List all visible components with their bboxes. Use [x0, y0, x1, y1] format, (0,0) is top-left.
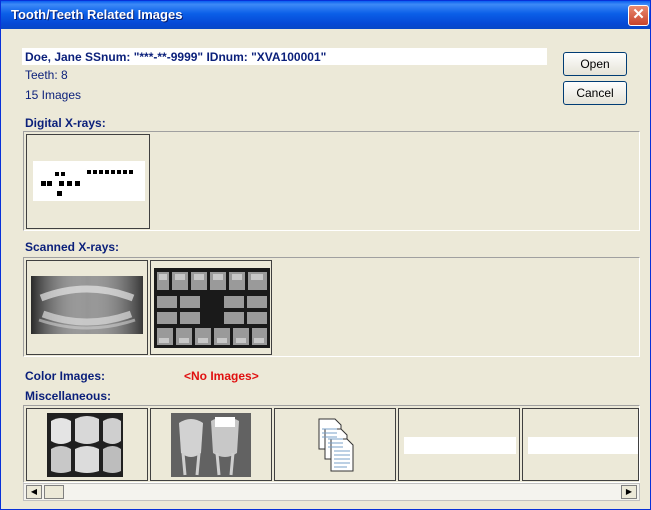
- scrollbar-thumb[interactable]: [44, 485, 64, 499]
- patient-identity: Doe, Jane SSnum: "***-**-9999" IDnum: "X…: [25, 50, 327, 64]
- related-images-window: Tooth/Teeth Related Images ✕ Doe, Jane S…: [0, 0, 651, 510]
- open-button[interactable]: Open: [563, 52, 627, 76]
- image-count: 15 Images: [25, 88, 82, 102]
- close-button[interactable]: ✕: [628, 5, 649, 26]
- misc-thumbnail-4[interactable]: [398, 408, 520, 481]
- digital-xray-thumbnail[interactable]: [26, 134, 150, 229]
- misc-blank-thumbnail: [528, 437, 638, 454]
- scroll-left-arrow-icon[interactable]: ◀: [26, 485, 42, 499]
- periapical-xray-image: [171, 413, 251, 477]
- color-images-label: Color Images:: [25, 369, 106, 383]
- digital-xray-image: [33, 161, 145, 201]
- color-images-empty-notice: <No Images>: [184, 369, 259, 383]
- documents-icon: [318, 418, 354, 472]
- close-icon: ✕: [632, 6, 645, 23]
- cancel-button[interactable]: Cancel: [563, 81, 627, 105]
- scanned-xrays-strip: [23, 257, 640, 357]
- title-bar[interactable]: Tooth/Teeth Related Images ✕: [1, 1, 650, 29]
- digital-xrays-strip: [23, 131, 640, 231]
- misc-thumbnail-1[interactable]: [26, 408, 148, 481]
- fmx-series-image: [154, 268, 270, 348]
- scanned-xrays-label: Scanned X-rays:: [25, 240, 120, 254]
- scanned-xray-thumbnail-1[interactable]: [26, 260, 148, 355]
- panoramic-xray-image: [31, 276, 143, 334]
- misc-blank-thumbnail: [404, 437, 516, 454]
- miscellaneous-strip: [23, 405, 640, 483]
- digital-xrays-label: Digital X-rays:: [25, 116, 106, 130]
- teeth-count: Teeth: 8: [25, 68, 68, 82]
- misc-thumbnail-3[interactable]: [274, 408, 396, 481]
- miscellaneous-label: Miscellaneous:: [25, 389, 112, 403]
- misc-thumbnail-5[interactable]: [522, 408, 639, 481]
- scroll-right-arrow-icon[interactable]: ▶: [621, 485, 637, 499]
- horizontal-scrollbar[interactable]: ◀ ▶: [23, 483, 640, 501]
- window-title: Tooth/Teeth Related Images: [11, 7, 183, 22]
- misc-thumbnail-2[interactable]: [150, 408, 272, 481]
- scanned-xray-thumbnail-2[interactable]: [150, 260, 272, 355]
- bitewing-xray-image: [47, 413, 123, 477]
